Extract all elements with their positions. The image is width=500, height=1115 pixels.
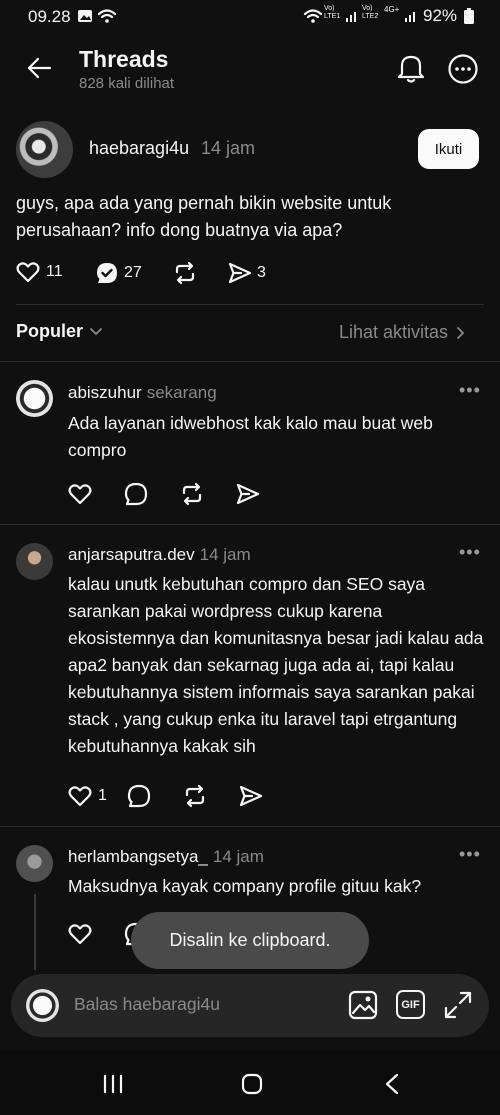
repost-icon[interactable] bbox=[183, 784, 207, 808]
system-nav-bar bbox=[0, 1050, 500, 1115]
avatar[interactable] bbox=[16, 380, 53, 417]
comment-icon[interactable] bbox=[127, 784, 151, 808]
follow-button[interactable]: Ikuti bbox=[418, 129, 479, 169]
status-time: 09.28 bbox=[28, 7, 71, 26]
gallery-notification-icon bbox=[77, 9, 93, 23]
sort-label: Populer bbox=[16, 321, 84, 341]
repost-button[interactable] bbox=[173, 261, 197, 285]
divider bbox=[0, 826, 500, 827]
gif-label: GIF bbox=[401, 998, 420, 1011]
heart-icon bbox=[16, 261, 40, 283]
post-username[interactable]: haebaragi4u bbox=[89, 138, 189, 159]
reply-header: abiszuhur sekarang bbox=[68, 383, 217, 403]
status-bar: 09.28 Vo) LTE1 Vo) LTE2 4G+ 92% bbox=[0, 0, 500, 34]
more-options-icon[interactable]: ••• bbox=[459, 844, 481, 865]
signal-icon bbox=[404, 9, 418, 23]
header: Threads 828 kali dilihat bbox=[0, 34, 500, 104]
more-circle-icon[interactable] bbox=[447, 53, 479, 85]
network-label: 4G+ bbox=[384, 5, 400, 14]
reply-username[interactable]: abiszuhur bbox=[68, 383, 142, 403]
reply-text: Ada layanan idwebhost kak kalo mau buat … bbox=[68, 413, 433, 460]
activity-link-label: Lihat aktivitas bbox=[339, 322, 449, 342]
battery-icon bbox=[464, 8, 474, 24]
battery-percent: 92% bbox=[423, 6, 458, 25]
reply-header: anjarsaputra.dev 14 jam bbox=[68, 545, 251, 565]
more-options-icon[interactable]: ••• bbox=[459, 380, 481, 401]
reply-username[interactable]: herlambangsetya_ bbox=[68, 847, 208, 867]
avatar[interactable] bbox=[16, 121, 73, 178]
expand-icon[interactable] bbox=[443, 990, 473, 1020]
sort-dropdown[interactable]: Populer bbox=[16, 321, 103, 342]
like-count: 1 bbox=[98, 787, 107, 804]
comment-icon[interactable] bbox=[124, 482, 148, 506]
reply-text: kalau unutk kebutuhan compro dan SEO say… bbox=[68, 574, 484, 756]
comment-check-icon bbox=[95, 261, 119, 285]
share-count: 3 bbox=[257, 264, 266, 281]
signal-icon bbox=[345, 9, 359, 23]
post-time: 14 jam bbox=[201, 138, 256, 158]
sim1-label: Vo) LTE1 bbox=[324, 5, 341, 20]
gif-button[interactable]: GIF bbox=[396, 990, 425, 1019]
view-count: 828 kali dilihat bbox=[79, 75, 175, 92]
reply-actions: 1 bbox=[68, 784, 263, 808]
like-button[interactable]: 1 bbox=[68, 785, 107, 807]
bell-icon[interactable] bbox=[396, 52, 426, 84]
home-icon[interactable] bbox=[241, 1073, 263, 1095]
more-options-icon[interactable]: ••• bbox=[459, 542, 481, 563]
heart-icon[interactable] bbox=[68, 923, 92, 945]
repost-icon bbox=[173, 261, 197, 285]
avatar[interactable] bbox=[16, 845, 53, 882]
reply-bar: Balas haebaragi4u GIF bbox=[11, 974, 489, 1037]
avatar bbox=[26, 989, 59, 1022]
reply-button[interactable]: 27 bbox=[95, 261, 142, 285]
sim2-label: Vo) LTE2 bbox=[362, 5, 379, 20]
divider bbox=[0, 524, 500, 525]
reply-input[interactable]: Balas haebaragi4u bbox=[74, 994, 220, 1015]
activity-link[interactable]: Lihat aktivitas bbox=[339, 322, 465, 343]
toast-message: Disalin ke clipboard. bbox=[131, 912, 369, 969]
divider bbox=[0, 361, 500, 362]
send-icon[interactable] bbox=[236, 482, 260, 506]
send-icon[interactable] bbox=[239, 784, 263, 808]
reply-count: 27 bbox=[124, 264, 142, 281]
reply-text: Maksudnya kayak company profile gituu ka… bbox=[68, 876, 422, 896]
recent-apps-icon[interactable] bbox=[102, 1074, 124, 1094]
chevron-down-icon bbox=[89, 327, 103, 337]
back-icon[interactable] bbox=[384, 1073, 400, 1095]
like-count: 11 bbox=[46, 263, 63, 280]
avatar[interactable] bbox=[16, 543, 53, 580]
reply-username[interactable]: anjarsaputra.dev bbox=[68, 545, 195, 565]
wifi-calling-icon bbox=[303, 8, 323, 24]
thread-line bbox=[34, 894, 36, 970]
reply-header: herlambangsetya_ 14 jam bbox=[68, 847, 264, 867]
send-icon bbox=[228, 261, 252, 285]
divider bbox=[16, 304, 484, 305]
chevron-right-icon bbox=[456, 326, 465, 340]
post-text: guys, apa ada yang pernah bikin website … bbox=[16, 193, 392, 240]
reply-actions bbox=[68, 482, 260, 506]
image-icon[interactable] bbox=[348, 990, 378, 1020]
like-button[interactable]: 11 bbox=[16, 261, 63, 283]
arrow-left-icon[interactable] bbox=[26, 56, 52, 80]
share-button[interactable]: 3 bbox=[228, 261, 266, 285]
wifi-icon bbox=[97, 8, 117, 24]
reply-time: 14 jam bbox=[199, 545, 251, 564]
page-title: Threads bbox=[79, 46, 169, 72]
repost-icon[interactable] bbox=[180, 482, 204, 506]
heart-icon bbox=[68, 785, 92, 807]
heart-icon[interactable] bbox=[68, 483, 92, 505]
reply-time: sekarang bbox=[146, 383, 217, 402]
reply-time: 14 jam bbox=[212, 847, 264, 866]
